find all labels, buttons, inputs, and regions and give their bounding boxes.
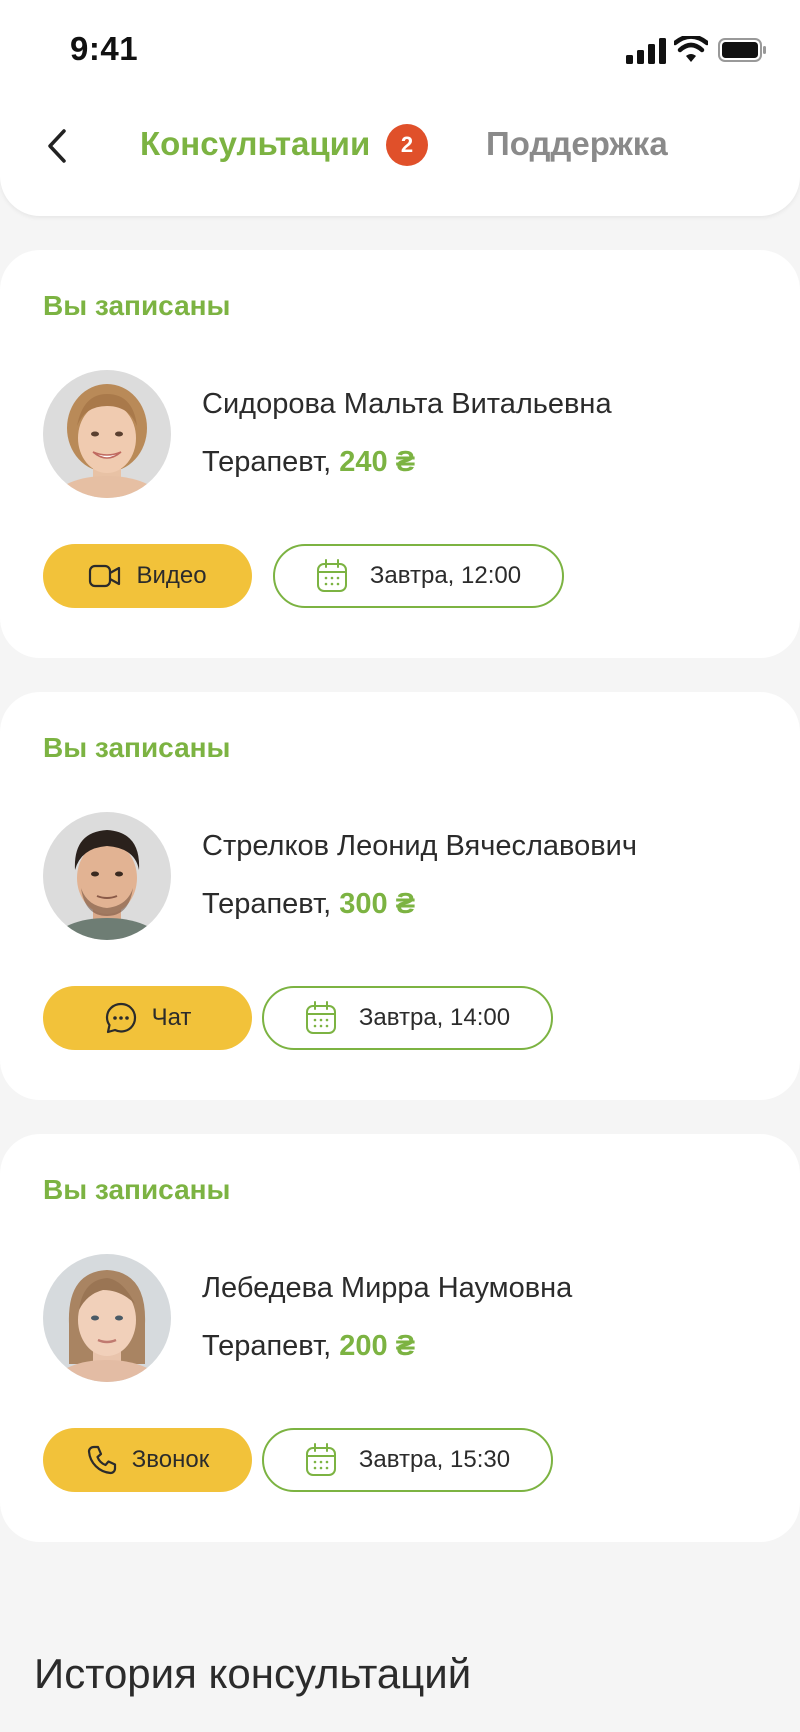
consultation-price: 300 ₴ (339, 888, 416, 920)
consultation-type-button[interactable]: Чат (43, 986, 252, 1050)
appointment-date-button[interactable]: Завтра, 15:30 (262, 1428, 553, 1492)
tab-support[interactable]: Поддержка (486, 122, 668, 166)
doctor-photo-icon (43, 370, 171, 498)
status-time: 9:41 (70, 30, 139, 67)
doctor-role-price: Терапевт, 240 ₴ (202, 446, 415, 479)
consultation-type-label: Видео (136, 562, 207, 589)
appointment-card: Вы записаны Сидорова Мальта Витальевна Т… (0, 250, 800, 658)
calendar-icon (305, 1001, 336, 1034)
consultation-type-label: Чат (151, 1004, 192, 1031)
doctor-avatar (43, 812, 171, 940)
appointment-status: Вы записаны (43, 732, 231, 763)
consultations-count-badge: 2 (386, 124, 428, 166)
history-section-title: История консультаций (34, 1650, 472, 1697)
doctor-photo-icon (43, 812, 171, 940)
appointment-date-label: Завтра, 12:00 (369, 562, 522, 589)
back-button[interactable] (36, 124, 76, 168)
chat-bubble-icon (105, 1002, 136, 1034)
doctor-role-price: Терапевт, 200 ₴ (202, 1330, 415, 1363)
doctor-role: Терапевт, (202, 888, 332, 920)
consultation-type-label: Звонок (131, 1446, 210, 1473)
appointment-date-label: Завтра, 14:00 (358, 1004, 511, 1031)
doctor-avatar (43, 370, 171, 498)
appointment-status: Вы записаны (43, 1174, 231, 1205)
doctor-name: Стрелков Леонид Вячеславович (202, 830, 637, 862)
top-header: 9:41 Консультации 2 Поддержка (0, 0, 800, 216)
consultation-type-button[interactable]: Звонок (43, 1428, 252, 1492)
chevron-left-icon (48, 129, 66, 163)
consultation-type-button[interactable]: Видео (43, 544, 252, 608)
cellular-signal-icon (626, 38, 666, 64)
doctor-role-price: Терапевт, 300 ₴ (202, 888, 415, 921)
appointment-card: Вы записаны Стрелков Леонид Вячеславович… (0, 692, 800, 1100)
doctor-photo-icon (43, 1254, 171, 1382)
status-bar: 9:41 (0, 0, 800, 100)
phone-icon (87, 1445, 116, 1475)
doctor-name: Лебедева Мирра Наумовна (202, 1272, 573, 1304)
appointment-date-label: Завтра, 15:30 (358, 1446, 511, 1473)
video-camera-icon (89, 564, 121, 588)
battery-icon (718, 38, 766, 62)
doctor-avatar (43, 1254, 171, 1382)
calendar-icon (305, 1443, 336, 1476)
doctor-role: Терапевт, (202, 446, 332, 478)
appointment-date-button[interactable]: Завтра, 14:00 (262, 986, 553, 1050)
appointment-status: Вы записаны (43, 290, 231, 321)
wifi-icon (674, 36, 708, 62)
consultation-price: 200 ₴ (339, 1330, 416, 1362)
appointment-card: Вы записаны Лебедева Мирра Наумовна Тера… (0, 1134, 800, 1542)
top-nav: Консультации 2 Поддержка (0, 100, 800, 200)
calendar-icon (316, 559, 347, 592)
doctor-name: Сидорова Мальта Витальевна (202, 388, 612, 420)
consultation-price: 240 ₴ (339, 446, 416, 478)
doctor-role: Терапевт, (202, 1330, 332, 1362)
appointment-date-button[interactable]: Завтра, 12:00 (273, 544, 564, 608)
tab-consultations[interactable]: Консультации (140, 122, 370, 166)
